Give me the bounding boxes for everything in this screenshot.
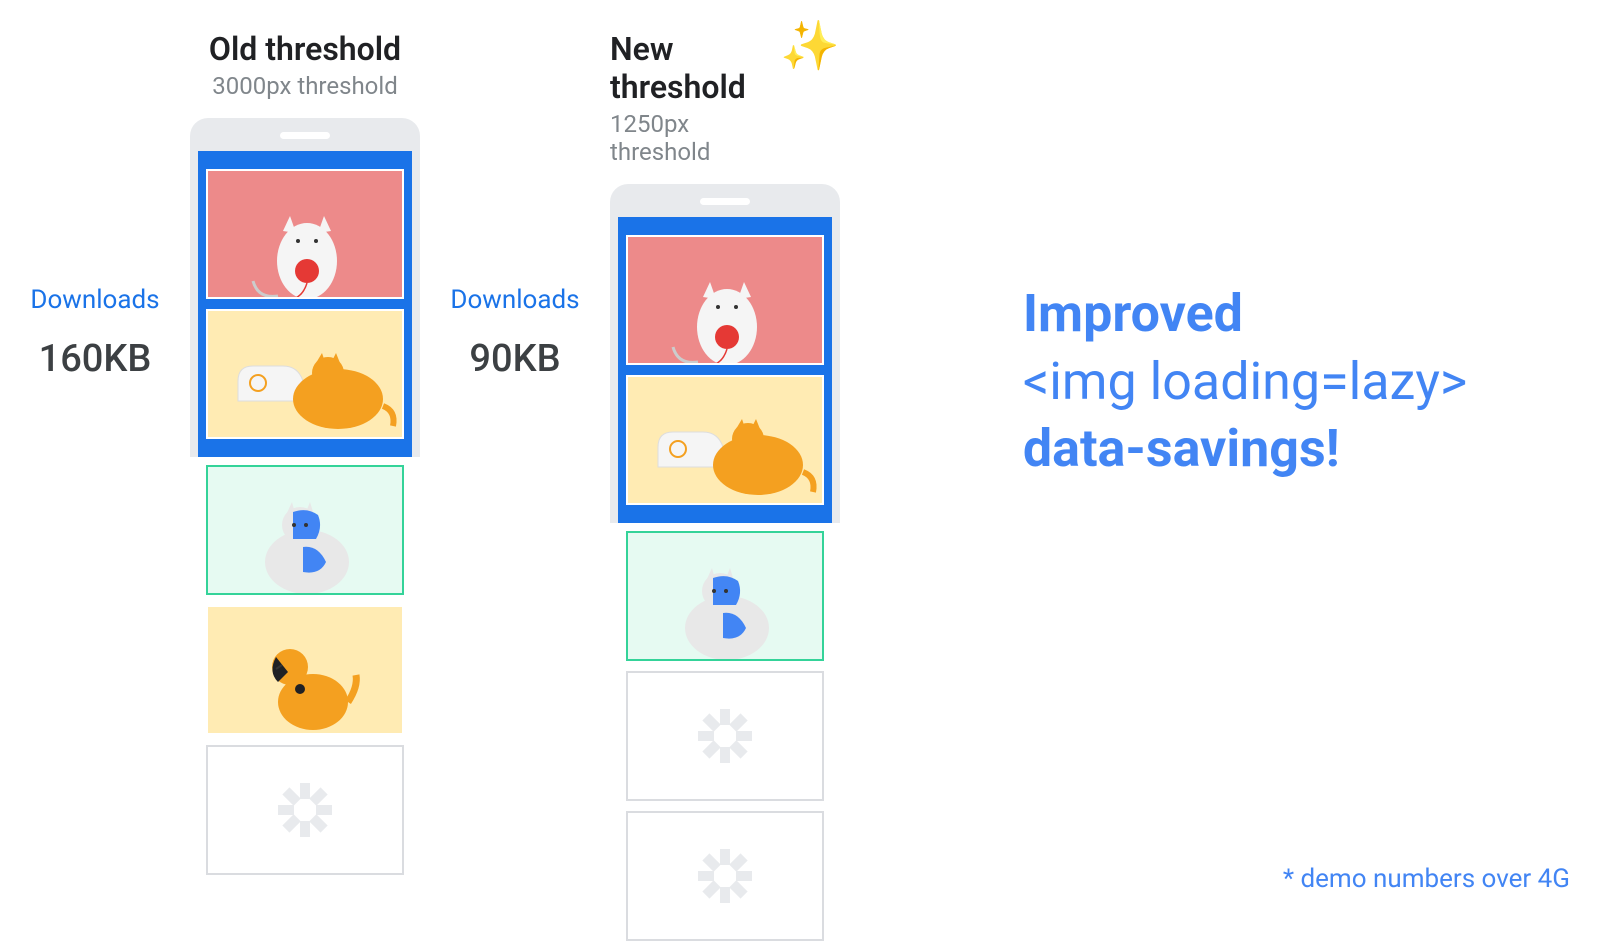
card-cat-blue [626, 531, 824, 661]
phone-frame [610, 184, 840, 523]
card-cat-blue [206, 465, 404, 595]
loading-spinner-icon [698, 849, 753, 904]
card-dog [206, 605, 404, 735]
new-downloads-block: Downloads 90KB [440, 30, 590, 889]
card-placeholder [626, 671, 824, 801]
marketing-line2: <img loading=lazy> [1023, 348, 1467, 416]
phone-screen [618, 217, 832, 523]
marketing-block: Improved <img loading=lazy> data-savings… [860, 30, 1580, 889]
marketing-line3: data-savings! [1023, 415, 1467, 483]
old-subtitle: 3000px threshold [212, 72, 397, 100]
card-placeholder [626, 811, 824, 941]
downloads-value: 90KB [469, 337, 560, 381]
old-downloads-block: Downloads 160KB [20, 30, 170, 889]
footnote: * demo numbers over 4G [1283, 864, 1570, 894]
sparkle-icon: ✨ [780, 22, 840, 70]
downloads-label: Downloads [30, 285, 159, 315]
card-cat-yarn [626, 235, 824, 365]
card-cat-sneaker [626, 375, 824, 505]
card-cat-sneaker [206, 309, 404, 439]
loading-spinner-icon [698, 709, 753, 764]
new-subtitle: 1250px threshold [610, 110, 765, 166]
phone-speaker [700, 198, 750, 205]
downloads-value: 160KB [39, 337, 152, 381]
card-placeholder [206, 745, 404, 875]
old-threshold-column: Old threshold 3000px threshold [190, 30, 420, 889]
new-title: New threshold [610, 30, 765, 106]
marketing-text: Improved <img loading=lazy> data-savings… [1023, 280, 1467, 483]
card-cat-yarn [206, 169, 404, 299]
phone-speaker [280, 132, 330, 139]
new-threshold-column: New threshold 1250px threshold ✨ [610, 30, 840, 889]
marketing-line1: Improved [1023, 280, 1467, 348]
loading-spinner-icon [278, 783, 333, 838]
phone-screen [198, 151, 412, 457]
downloads-label: Downloads [450, 285, 579, 315]
phone-frame [190, 118, 420, 457]
old-title: Old threshold [209, 30, 401, 68]
